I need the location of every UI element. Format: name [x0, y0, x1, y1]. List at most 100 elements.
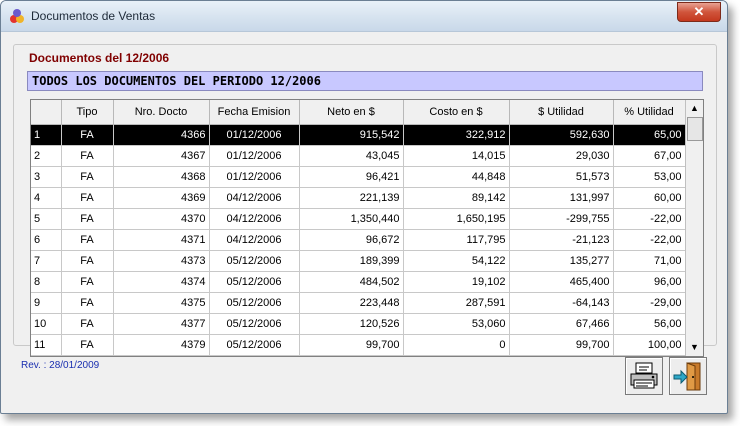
- table-row[interactable]: 3 FA 4368 01/12/2006 96,421 44,848 51,573 53,00: [31, 166, 686, 188]
- cell-nro-docto: 4367: [113, 145, 210, 167]
- column-header-neto[interactable]: Neto en $: [299, 100, 404, 125]
- cell-row-number: 8: [31, 271, 62, 293]
- window-title: Documentos de Ventas: [31, 9, 156, 23]
- column-header-costo[interactable]: Costo en $: [403, 100, 510, 125]
- cell-utilidad: 99,700: [509, 334, 614, 356]
- cell-fecha-emision: 01/12/2006: [209, 124, 300, 146]
- close-button[interactable]: ✕: [677, 2, 721, 22]
- cell-tipo: FA: [61, 145, 114, 167]
- column-header-row-number[interactable]: [31, 100, 62, 125]
- cell-fecha-emision: 04/12/2006: [209, 187, 300, 209]
- cell-tipo: FA: [61, 187, 114, 209]
- scroll-thumb[interactable]: [687, 117, 703, 141]
- cell-porcentaje-utilidad: 100,00: [613, 334, 686, 356]
- cell-costo: 287,591: [403, 292, 510, 314]
- cell-costo: 0: [403, 334, 510, 356]
- table-row[interactable]: 9 FA 4375 05/12/2006 223,448 287,591 -64,143 -2…: [31, 292, 686, 314]
- cell-neto: 1,350,440: [299, 208, 404, 230]
- cell-tipo: FA: [61, 124, 114, 146]
- cell-utilidad: 135,277: [509, 250, 614, 272]
- exit-door-icon: [673, 362, 701, 391]
- cell-costo: 1,650,195: [403, 208, 510, 230]
- title-bar[interactable]: Documentos de Ventas ✕: [1, 1, 727, 32]
- cell-nro-docto: 4377: [113, 313, 210, 335]
- cell-utilidad: 67,466: [509, 313, 614, 335]
- documents-table: Tipo Nro. Docto Fecha Emision Neto en $ …: [31, 100, 686, 356]
- cell-nro-docto: 4366: [113, 124, 210, 146]
- cell-tipo: FA: [61, 250, 114, 272]
- cell-utilidad: 640,674: [509, 355, 614, 356]
- cell-nro-docto: 4375: [113, 292, 210, 314]
- cell-porcentaje-utilidad: 60,00: [613, 187, 686, 209]
- cell-neto: 189,399: [299, 250, 404, 272]
- cell-fecha-emision: 05/12/2006: [209, 292, 300, 314]
- cell-costo: 53,060: [403, 313, 510, 335]
- cell-tipo: FA: [61, 229, 114, 251]
- revision-label: Rev. : 28/01/2009: [21, 360, 100, 371]
- column-header-tipo[interactable]: Tipo: [61, 100, 114, 125]
- table-row[interactable]: 11 FA 4379 05/12/2006 99,700 0 99,700 100,00: [31, 334, 686, 356]
- table-row[interactable]: 12FA438006/12/2006640,950276640,674100,0…: [31, 355, 686, 356]
- cell-nro-docto: 4373: [113, 250, 210, 272]
- table-row[interactable]: 7 FA 4373 05/12/2006 189,399 54,122 135,277 71,…: [31, 250, 686, 272]
- print-button[interactable]: [625, 357, 663, 395]
- column-header-nro-docto[interactable]: Nro. Docto: [113, 100, 210, 125]
- cell-costo: 117,795: [403, 229, 510, 251]
- cell-fecha-emision: 01/12/2006: [209, 166, 300, 188]
- cell-tipo: FA: [61, 166, 114, 188]
- column-header-utilidad[interactable]: $ Utilidad: [509, 100, 614, 125]
- cell-porcentaje-utilidad: 67,00: [613, 145, 686, 167]
- cell-tipo: FA: [61, 292, 114, 314]
- client-area: Documentos del 12/2006 TODOS LOS DOCUMEN…: [9, 32, 719, 406]
- cell-costo: 322,912: [403, 124, 510, 146]
- table-row[interactable]: 8 FA 4374 05/12/2006 484,502 19,102 465,400 96,…: [31, 271, 686, 293]
- table-row[interactable]: 4 FA 4369 04/12/2006 221,139 89,142 131,997 60,…: [31, 187, 686, 209]
- cell-neto: 640,950: [299, 355, 404, 356]
- vertical-scrollbar[interactable]: ▲ ▼: [685, 100, 703, 356]
- cell-neto: 120,526: [299, 313, 404, 335]
- cell-neto: 484,502: [299, 271, 404, 293]
- cell-costo: 89,142: [403, 187, 510, 209]
- column-header-porcentaje-utilidad[interactable]: % Utilidad: [613, 100, 686, 125]
- table-row[interactable]: 5 FA 4370 04/12/2006 1,350,440 1,650,195 -299,…: [31, 208, 686, 230]
- exit-button[interactable]: [669, 357, 707, 395]
- cell-row-number: 7: [31, 250, 62, 272]
- cell-neto: 43,045: [299, 145, 404, 167]
- cell-porcentaje-utilidad: 71,00: [613, 250, 686, 272]
- cell-row-number: 10: [31, 313, 62, 335]
- cell-tipo: FA: [61, 271, 114, 293]
- scroll-up-button[interactable]: ▲: [687, 101, 702, 116]
- cell-nro-docto: 4379: [113, 334, 210, 356]
- documents-grid[interactable]: Tipo Nro. Docto Fecha Emision Neto en $ …: [30, 99, 704, 357]
- column-header-fecha-emision[interactable]: Fecha Emision: [209, 100, 300, 125]
- cell-utilidad: -299,755: [509, 208, 614, 230]
- cell-utilidad: 592,630: [509, 124, 614, 146]
- cell-row-number: 1: [31, 124, 62, 146]
- cell-utilidad: 51,573: [509, 166, 614, 188]
- table-header-row: Tipo Nro. Docto Fecha Emision Neto en $ …: [31, 100, 686, 125]
- cell-utilidad: 465,400: [509, 271, 614, 293]
- cell-row-number: 11: [31, 334, 62, 356]
- cell-neto: 96,672: [299, 229, 404, 251]
- cell-utilidad: 131,997: [509, 187, 614, 209]
- cell-costo: 19,102: [403, 271, 510, 293]
- scroll-down-button[interactable]: ▼: [687, 340, 702, 355]
- table-row[interactable]: 6 FA 4371 04/12/2006 96,672 117,795 -21,123 -22…: [31, 229, 686, 251]
- app-icon: [10, 9, 24, 23]
- print-icon: [630, 362, 658, 389]
- documents-group: Documentos del 12/2006 TODOS LOS DOCUMEN…: [13, 44, 717, 357]
- cell-fecha-emision: 01/12/2006: [209, 145, 300, 167]
- cell-fecha-emision: 05/12/2006: [209, 334, 300, 356]
- cell-utilidad: -64,143: [509, 292, 614, 314]
- cell-utilidad: -21,123: [509, 229, 614, 251]
- cell-neto: 99,700: [299, 334, 404, 356]
- cell-row-number: 9: [31, 292, 62, 314]
- table-row[interactable]: 2 FA 4367 01/12/2006 43,045 14,015 29,030 67,00: [31, 145, 686, 167]
- table-row[interactable]: 10 FA 4377 05/12/2006 120,526 53,060 67,466 56,…: [31, 313, 686, 335]
- period-banner: TODOS LOS DOCUMENTOS DEL PERIODO 12/2006: [27, 71, 703, 91]
- arrow-down-icon: ▼: [690, 342, 699, 352]
- table-row[interactable]: 1 FA 4366 01/12/2006 915,542 322,912 592,630 65…: [31, 124, 686, 146]
- arrow-up-icon: ▲: [690, 103, 699, 113]
- cell-porcentaje-utilidad: 53,00: [613, 166, 686, 188]
- cell-neto: 915,542: [299, 124, 404, 146]
